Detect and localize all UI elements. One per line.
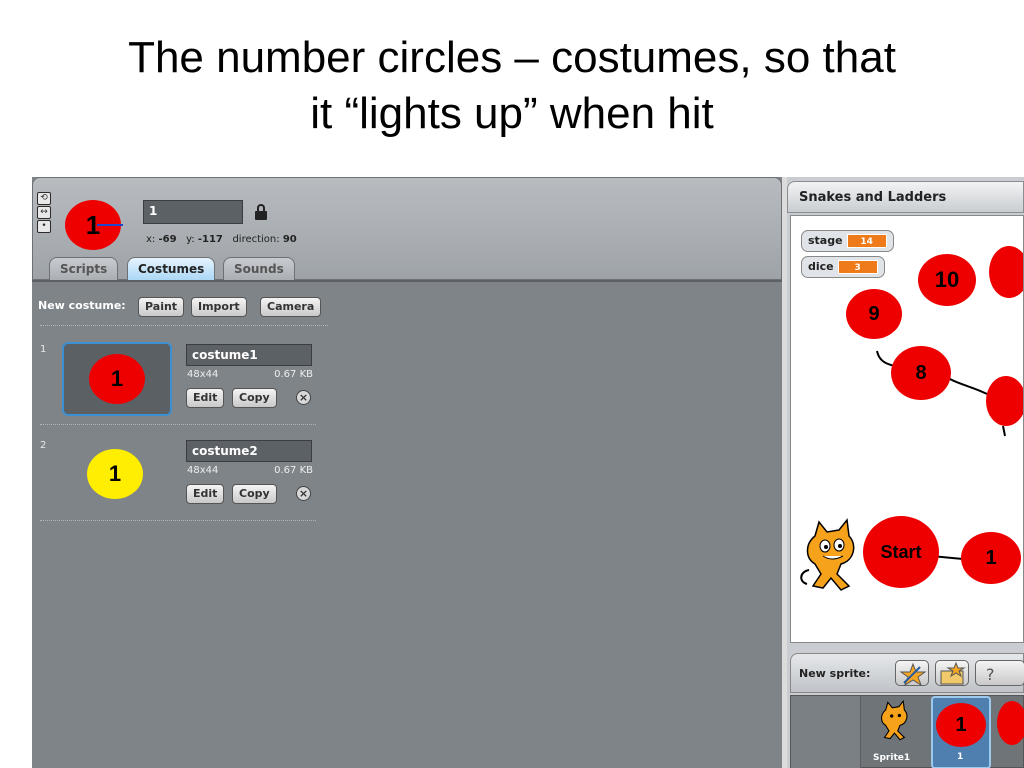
sprite-tile-partial[interactable] xyxy=(997,701,1024,745)
sprite-coordinates: x: -69 y: -117 direction: 90 xyxy=(146,234,297,245)
costumes-panel: New costume: Paint Import Camera 1 1 cos… xyxy=(32,280,782,768)
stage-thumbnail-area[interactable] xyxy=(791,696,861,768)
sprite-editor-pane: ⟲ ↔ • 1 1 x: -69 y: -117 direction: 90 S… xyxy=(32,177,782,768)
stage-title-bar: Snakes and Ladders xyxy=(787,181,1024,213)
rotate-icon[interactable]: ⟲ xyxy=(37,192,51,205)
sprite-tile-selected[interactable]: 1 1 xyxy=(931,696,991,768)
edit-button[interactable]: Edit xyxy=(186,484,225,504)
board-square-partial[interactable] xyxy=(986,376,1023,426)
sprite-header: ⟲ ↔ • 1 1 x: -69 y: -117 direction: 90 S… xyxy=(32,177,782,281)
sprite-section: New sprite: ? Sprite1 1 1 xyxy=(787,647,1024,768)
costume-meta: 48x44 0.67 KB xyxy=(187,465,313,476)
paint-star-icon xyxy=(899,662,927,687)
import-button[interactable]: Import xyxy=(191,297,247,317)
surprise-sprite-button[interactable]: ? xyxy=(975,660,1024,686)
x-label: x: xyxy=(146,234,156,245)
divider xyxy=(40,325,328,326)
copy-button[interactable]: Copy xyxy=(232,484,277,504)
board-square-1[interactable]: 1 xyxy=(961,532,1021,584)
camera-button[interactable]: Camera xyxy=(260,297,322,317)
board-square-10[interactable]: 10 xyxy=(918,254,976,306)
rotation-style-buttons: ⟲ ↔ • xyxy=(37,192,53,234)
sprite-list: Sprite1 1 1 xyxy=(790,695,1024,768)
copy-button[interactable]: Copy xyxy=(232,388,277,408)
question-icon: ? xyxy=(986,665,995,684)
costume-size: 48x44 xyxy=(187,465,219,476)
new-sprite-label: New sprite: xyxy=(799,667,871,680)
board-square-9[interactable]: 9 xyxy=(846,289,902,339)
x-value: -69 xyxy=(158,234,177,245)
new-sprite-bar: New sprite: ? xyxy=(790,653,1024,693)
sprite1-label: Sprite1 xyxy=(873,753,911,763)
stage[interactable]: stage 14 dice 3 10 9 8 Start 1 xyxy=(790,215,1024,643)
flip-icon[interactable]: ↔ xyxy=(37,206,51,219)
costume-thumb-label: 1 xyxy=(89,354,145,404)
direction-indicator[interactable] xyxy=(97,224,123,226)
costume-thumb-label: 1 xyxy=(87,449,143,499)
slide-title-line-2: it “lights up” when hit xyxy=(310,89,714,138)
costume-thumbnail-1[interactable]: 1 xyxy=(62,342,172,416)
tab-costumes[interactable]: Costumes xyxy=(127,257,216,281)
costume-size: 48x44 xyxy=(187,369,219,380)
direction-label: direction: xyxy=(232,234,280,245)
divider xyxy=(40,424,316,425)
lock-icon[interactable] xyxy=(254,204,268,220)
costume-meta: 48x44 0.67 KB xyxy=(187,369,313,380)
slide-title: The number circles – costumes, so that i… xyxy=(0,30,1024,142)
sprite-tile-caption: 1 xyxy=(957,752,964,762)
scratch-screenshot: ⟲ ↔ • 1 1 x: -69 y: -117 direction: 90 S… xyxy=(32,177,1024,768)
paint-new-sprite-button[interactable] xyxy=(895,660,929,687)
costume-index: 2 xyxy=(40,440,47,451)
y-value: -117 xyxy=(197,234,223,245)
choose-sprite-button[interactable] xyxy=(935,660,969,686)
delete-icon[interactable]: × xyxy=(296,486,311,501)
cat-sprite-icon[interactable] xyxy=(797,516,867,596)
tab-scripts[interactable]: Scripts xyxy=(49,257,119,281)
svg-text:?: ? xyxy=(986,665,995,684)
stage-pane: Snakes and Ladders stage14 dice3 10 9 xyxy=(787,177,1024,768)
sprite-tile-thumb: 1 xyxy=(936,703,986,747)
board-square-partial[interactable] xyxy=(989,246,1023,298)
delete-icon[interactable]: × xyxy=(296,390,311,405)
slide-title-line-1: The number circles – costumes, so that xyxy=(128,33,896,82)
costume-name-field[interactable]: costume1 xyxy=(186,344,312,366)
y-label: y: xyxy=(186,234,195,245)
costume-bytes: 0.67 KB xyxy=(274,465,313,476)
costume-index: 1 xyxy=(40,344,47,355)
sprite1-thumbnail-icon[interactable] xyxy=(873,699,917,743)
no-rotate-icon[interactable]: • xyxy=(37,220,51,233)
divider xyxy=(40,520,316,521)
costume-bytes: 0.67 KB xyxy=(274,369,313,380)
sprite-name-field[interactable]: 1 xyxy=(143,200,243,224)
board-square-8[interactable]: 8 xyxy=(891,346,951,400)
costume-name-field[interactable]: costume2 xyxy=(186,440,312,462)
paint-button[interactable]: Paint xyxy=(138,297,185,317)
costume-thumbnail-2[interactable]: 1 xyxy=(62,439,172,513)
edit-button[interactable]: Edit xyxy=(186,388,225,408)
new-costume-label: New costume: xyxy=(38,299,126,312)
tab-sounds[interactable]: Sounds xyxy=(223,257,295,281)
direction-value: 90 xyxy=(282,234,297,245)
project-title: Snakes and Ladders xyxy=(799,190,947,205)
board-square-start[interactable]: Start xyxy=(863,516,939,588)
folder-star-icon xyxy=(940,661,966,685)
slide: The number circles – costumes, so that i… xyxy=(0,0,1024,768)
